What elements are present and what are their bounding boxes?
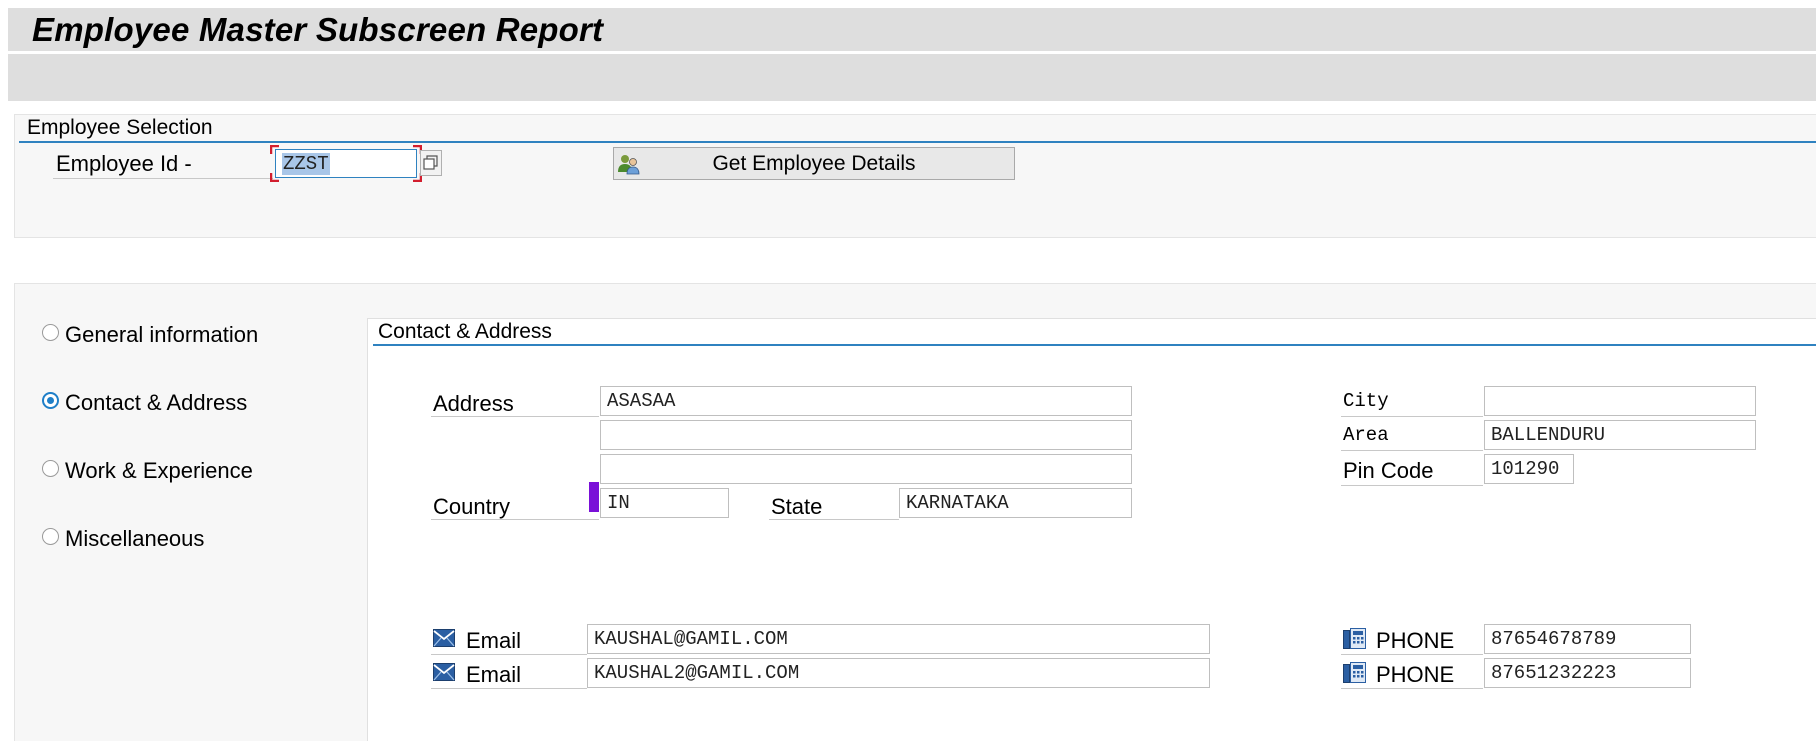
email-label-1-underline: [431, 654, 587, 655]
radio-work-experience[interactable]: [42, 460, 59, 477]
email-label-1: Email: [466, 628, 522, 653]
email-field-2[interactable]: KAUSHAL2@GAMIL.COM: [587, 658, 1210, 688]
employee-id-value: ZZST: [282, 153, 330, 175]
radio-general-information[interactable]: [42, 324, 59, 341]
phone-label-1: PHONE: [1376, 628, 1455, 653]
country-field[interactable]: IN: [600, 488, 729, 518]
radio-label-general-information[interactable]: General information: [65, 322, 258, 348]
phone-label-1-underline: [1341, 654, 1483, 655]
get-employee-details-button[interactable]: Get Employee Details: [613, 147, 1015, 180]
address-line1-field[interactable]: ASASAA: [600, 386, 1132, 416]
city-field[interactable]: [1484, 386, 1756, 416]
city-label: City: [1343, 390, 1389, 412]
address-label: Address: [433, 391, 514, 416]
radio-miscellaneous[interactable]: [42, 528, 59, 545]
email-field-1[interactable]: KAUSHAL@GAMIL.COM: [587, 624, 1210, 654]
phone-icon: [1343, 662, 1366, 683]
phone-field-2[interactable]: 87651232223: [1484, 658, 1691, 688]
value-help-button[interactable]: [420, 150, 442, 176]
state-label-underline: [769, 519, 899, 520]
page-title: Employee Master Subscreen Report: [32, 11, 604, 48]
contact-address-title: Contact & Address: [378, 320, 552, 343]
email-label-2: Email: [466, 662, 522, 687]
pin-code-label: Pin Code: [1343, 458, 1434, 483]
email-icon: [433, 629, 455, 647]
city-label-underline: [1341, 416, 1483, 417]
employee-id-label-underline: [53, 178, 273, 179]
contact-address-divider: [373, 344, 1816, 346]
employee-id-input[interactable]: ZZST: [275, 149, 417, 178]
email-icon: [433, 663, 455, 681]
email-label-2-underline: [431, 688, 587, 689]
get-employee-details-label: Get Employee Details: [712, 152, 916, 175]
pin-code-label-underline: [1341, 485, 1483, 486]
employee-id-label: Employee Id -: [56, 151, 192, 176]
area-label: Area: [1343, 424, 1389, 446]
country-label: Country: [433, 494, 511, 519]
address-line2-field[interactable]: [600, 420, 1132, 450]
application-toolbar: [8, 54, 1816, 101]
required-field-marker: [589, 482, 599, 512]
address-label-underline: [431, 416, 599, 417]
country-label-underline: [431, 519, 599, 520]
area-field[interactable]: BALLENDURU: [1484, 420, 1756, 450]
state-field[interactable]: KARNATAKA: [899, 488, 1132, 518]
value-help-icon: [423, 155, 438, 170]
phone-label-2: PHONE: [1376, 662, 1455, 687]
employee-selection-divider: [19, 141, 1816, 143]
radio-label-work-experience[interactable]: Work & Experience: [65, 458, 253, 484]
state-label: State: [771, 494, 823, 519]
phone-icon: [1343, 628, 1366, 649]
employee-selection-title: Employee Selection: [27, 116, 213, 139]
radio-label-contact-address[interactable]: Contact & Address: [65, 390, 247, 416]
phone-label-2-underline: [1341, 688, 1483, 689]
phone-field-1[interactable]: 87654678789: [1484, 624, 1691, 654]
radio-label-miscellaneous[interactable]: Miscellaneous: [65, 526, 204, 552]
address-line3-field[interactable]: [600, 454, 1132, 484]
radio-contact-address[interactable]: [42, 392, 59, 409]
pin-code-field[interactable]: 101290: [1484, 454, 1574, 484]
area-label-underline: [1341, 450, 1483, 451]
